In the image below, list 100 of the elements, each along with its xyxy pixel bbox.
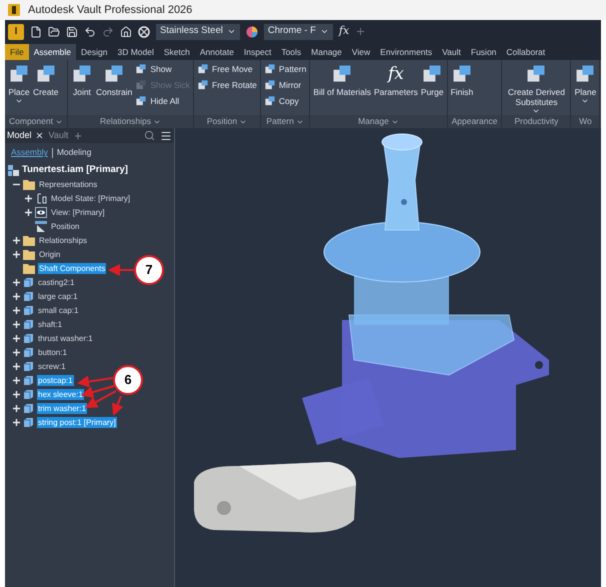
home-icon[interactable] — [120, 26, 132, 38]
ribbon-tab[interactable]: View — [346, 44, 376, 60]
panel-title[interactable]: Component — [5, 115, 67, 128]
tree-item[interactable]: casting2:1 — [37, 276, 76, 288]
ribbon-tab[interactable]: Manage — [306, 44, 347, 60]
ribbon-button[interactable]: Place — [8, 63, 30, 105]
expand-icon[interactable] — [13, 320, 20, 328]
expand-icon[interactable] — [25, 194, 32, 202]
tree-root[interactable]: Tunertest.iam [Primary] — [22, 162, 128, 178]
ribbon-tab[interactable]: Fusion — [466, 44, 502, 60]
ribbon-button[interactable]: fx Parameters — [374, 63, 418, 97]
expand-icon[interactable] — [13, 334, 20, 342]
tree-item[interactable]: large cap:1 — [37, 290, 79, 302]
expand-icon[interactable] — [13, 236, 20, 244]
expand-icon[interactable] — [13, 362, 20, 370]
panel-title[interactable]: Wo — [571, 115, 600, 128]
ribbon-tab[interactable]: 3D Model — [112, 44, 159, 60]
ribbon-button[interactable]: Free Rotate — [197, 78, 257, 92]
open-folder-icon[interactable] — [48, 26, 60, 38]
tree-item[interactable]: Model State: [Primary] — [50, 192, 132, 204]
caret-icon — [581, 97, 590, 105]
expand-icon[interactable] — [13, 376, 20, 384]
panel-title[interactable]: Relationships — [68, 115, 194, 128]
ribbon-button[interactable]: Hide All — [135, 94, 190, 108]
ribbon-button[interactable]: Finish — [450, 63, 474, 97]
folder-icon — [23, 178, 35, 190]
caret-icon — [532, 107, 540, 115]
ribbon-tab[interactable]: Inspect — [238, 44, 276, 60]
tree-item[interactable]: Relationships — [38, 234, 88, 246]
ribbon-tab[interactable]: Assemble — [28, 44, 76, 60]
ribbon-button[interactable]: Mirror — [264, 78, 306, 92]
ribbon-tab[interactable]: Tools — [276, 44, 306, 60]
panel-title[interactable]: Manage — [310, 115, 447, 128]
ribbon-button[interactable]: Show — [135, 63, 190, 76]
panel-title[interactable]: Appearance — [448, 115, 502, 128]
ribbon-tab[interactable]: Design — [76, 44, 112, 60]
close-icon[interactable] — [34, 131, 44, 140]
ribbon-button[interactable]: Joint — [70, 63, 93, 97]
tree-item[interactable]: button:1 — [37, 346, 68, 358]
mode-tab[interactable]: Modeling — [56, 146, 92, 159]
ribbon-button[interactable]: Copy — [264, 94, 306, 108]
expand-icon[interactable] — [13, 250, 20, 258]
tree-item[interactable]: shaft:1 — [37, 318, 64, 330]
panel-title[interactable]: Pattern — [260, 115, 310, 128]
tool-icon — [197, 63, 210, 76]
tree-item[interactable]: small cap:1 — [37, 304, 80, 316]
tree-item[interactable]: thrust washer:1 — [37, 332, 94, 344]
tree-item[interactable]: screw:1 — [37, 360, 67, 372]
fx-glyph: fx — [388, 63, 404, 85]
part-icon — [23, 332, 34, 344]
ribbon-tab[interactable]: Annotate — [194, 44, 239, 60]
fx-button[interactable]: fx — [338, 23, 350, 40]
expand-icon[interactable] — [25, 208, 32, 216]
ribbon-button[interactable]: Purge — [420, 63, 444, 97]
add-tab-icon[interactable] — [73, 130, 84, 140]
ribbon-button[interactable]: Create Derived Substitutes — [505, 63, 568, 115]
expand-icon[interactable] — [13, 348, 20, 356]
expand-icon[interactable] — [13, 306, 20, 314]
ribbon-tab[interactable]: Collaborat — [501, 44, 550, 60]
ribbon-button[interactable]: Constrain — [96, 63, 132, 97]
expand-icon[interactable] — [13, 390, 20, 398]
callout-arrow — [108, 264, 134, 276]
tree-item[interactable]: Position — [50, 220, 80, 232]
ribbon-tab[interactable]: Sketch — [158, 44, 195, 60]
color-wheel-icon[interactable] — [246, 26, 258, 38]
ribbon-tab[interactable]: Vault — [437, 44, 466, 60]
expand-icon[interactable] — [13, 418, 20, 426]
browser-tab[interactable]: Vault — [48, 128, 68, 142]
ribbon-tab[interactable]: Environments — [375, 44, 438, 60]
ribbon-button[interactable]: Free Move — [197, 63, 257, 76]
mode-tab[interactable]: Assembly — [11, 146, 48, 159]
tool-icon — [135, 63, 148, 76]
expand-icon[interactable] — [13, 292, 20, 300]
model-state-icon — [35, 192, 47, 204]
ribbon-button[interactable]: Pattern — [264, 63, 306, 76]
new-file-icon[interactable] — [30, 26, 42, 38]
part-icon — [23, 290, 34, 302]
redo-icon[interactable] — [102, 26, 114, 38]
search-icon[interactable] — [144, 130, 155, 141]
ribbon-button[interactable]: Bill of Materials — [313, 63, 371, 97]
save-icon[interactable] — [66, 26, 78, 38]
panel-title[interactable]: Productivity — [502, 115, 570, 128]
expand-icon[interactable] — [13, 278, 20, 286]
tree-item[interactable]: View: [Primary] — [50, 206, 106, 218]
appearance-dropdown[interactable]: Chrome - F — [264, 24, 333, 40]
material-dropdown[interactable]: Stainless Steel — [156, 24, 240, 40]
menu-icon[interactable] — [160, 130, 172, 142]
tree-item[interactable]: Representations — [38, 178, 98, 190]
part-icon — [23, 276, 34, 288]
part-icon — [23, 402, 34, 414]
ribbon-tab[interactable]: File — [5, 44, 29, 60]
browser-tab[interactable]: Model — [7, 128, 44, 142]
panel-title[interactable]: Position — [194, 115, 260, 128]
plus-icon[interactable] — [355, 26, 366, 37]
app-badge[interactable]: I — [8, 24, 24, 40]
expand-icon[interactable] — [13, 404, 20, 412]
undo-icon[interactable] — [84, 26, 96, 38]
ribbon-button[interactable]: Plane — [574, 63, 596, 105]
tree-item[interactable]: Origin — [38, 248, 62, 260]
ribbon-button[interactable]: Create — [33, 63, 59, 97]
